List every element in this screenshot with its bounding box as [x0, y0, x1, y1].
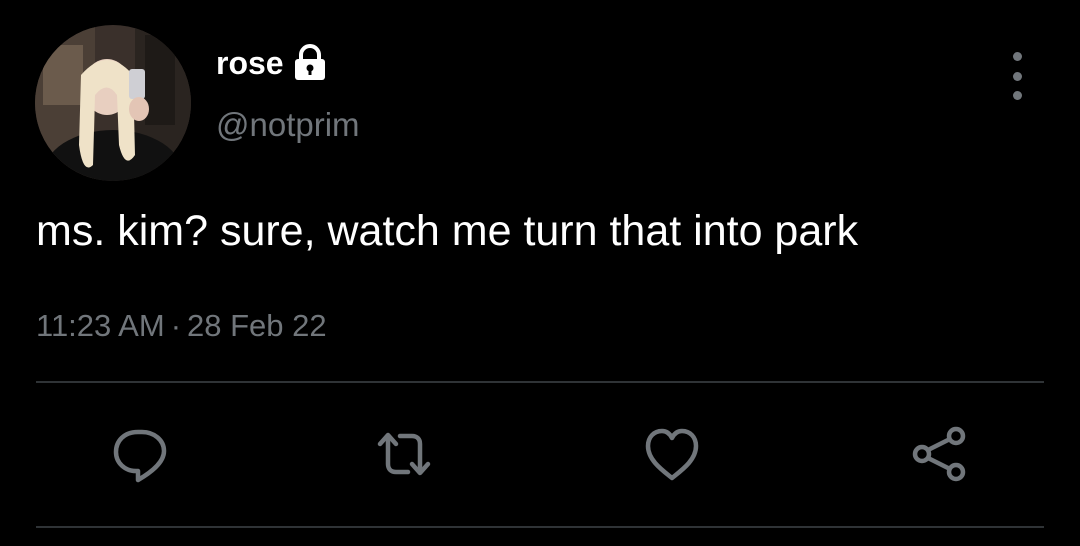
reply-icon: [113, 429, 167, 483]
avatar[interactable]: [35, 25, 191, 181]
handle[interactable]: @notprim: [216, 106, 360, 144]
tweet-date: 28 Feb 22: [187, 308, 327, 343]
tweet-time: 11:23 AM: [36, 308, 165, 343]
tweet-text: ms. kim? sure, watch me turn that into p…: [36, 207, 859, 255]
more-dot: [1012, 91, 1022, 100]
meta-separator: ·: [170, 308, 182, 343]
more-button[interactable]: [1000, 52, 1034, 100]
display-name[interactable]: rose: [216, 45, 284, 82]
like-button[interactable]: [640, 422, 704, 486]
share-button[interactable]: [906, 422, 970, 486]
name-row: rose: [216, 42, 328, 84]
reply-button[interactable]: [108, 422, 172, 486]
more-vertical-icon: [1012, 52, 1022, 61]
more-dot: [1012, 71, 1022, 81]
heart-icon: [645, 428, 699, 481]
retweet-button[interactable]: [372, 422, 436, 486]
retweet-icon: [377, 432, 431, 476]
divider: [36, 381, 1044, 383]
tweet-meta: 11:23 AM · 28 Feb 22: [36, 308, 327, 344]
share-icon: [912, 426, 966, 482]
divider: [36, 526, 1044, 528]
lock-icon: [292, 44, 328, 82]
